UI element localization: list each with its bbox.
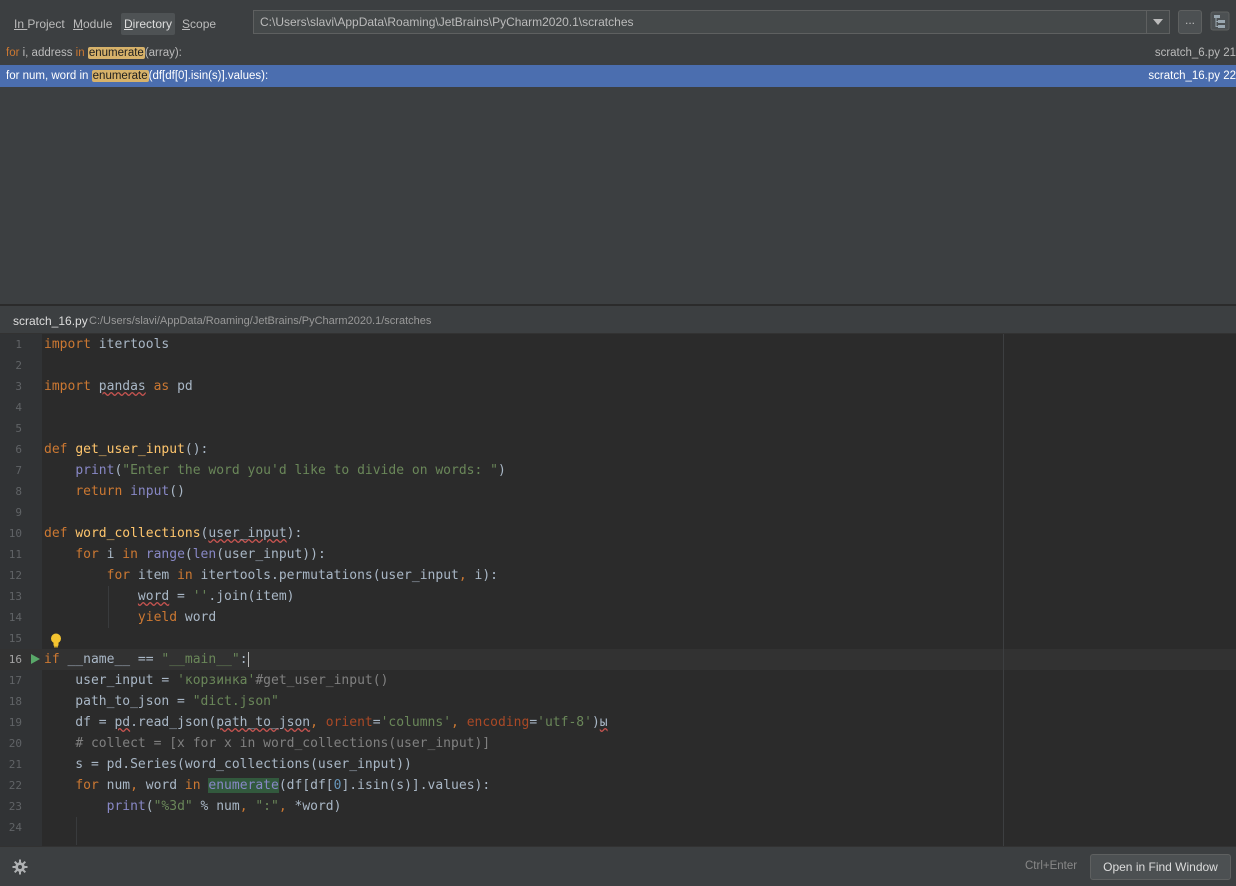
code-line: 9 [15,506,22,519]
scope-bar: In Project Module Directory Scope C:\Use… [0,0,1236,44]
code-line: 12 for item in itertools.permutations(us… [8,568,498,583]
result-file-label: scratch_6.py 21 [1154,47,1236,59]
footer-bar: Ctrl+Enter Open in Find Window [0,846,1236,886]
tab-module[interactable]: Module [70,13,115,35]
code-line: 24 [8,821,22,834]
preview-file-name: scratch_16.py [13,314,88,328]
code-editor[interactable]: 1 import itertools 2 3 import pandas as pd… [0,334,1236,846]
result-row[interactable]: for i, address in enumerate(array): scra… [0,42,1236,64]
search-results-list: for i, address in enumerate(array): scra… [0,42,1236,304]
tab-scope[interactable]: Scope [179,13,219,35]
code-line: 18 path_to_json = "dict.json" [8,694,279,709]
result-file-label: scratch_16.py 22 [1148,70,1236,82]
code-line: 8 return input() [15,484,185,499]
chevron-down-icon[interactable] [1146,11,1169,33]
code-line: 20 # collect = [x for x in word_collecti… [8,736,491,751]
directory-tree-icon[interactable] [1210,11,1230,34]
code-line: 15 [8,632,22,645]
result-row-selected[interactable]: for num, word in enumerate(df[df[0].isin… [0,65,1236,87]
gear-icon[interactable] [12,859,28,878]
browse-button[interactable]: ... [1178,10,1202,34]
code-line: 17 user_input = 'корзинка'#get_user_inpu… [8,673,389,688]
tab-in-project[interactable]: In Project [11,13,68,35]
code-line: 14 yield word [8,610,217,625]
code-line: 22 for num, word in enumerate(df[df[0].i… [8,778,491,793]
right-margin-guide [1003,334,1004,846]
code-line: 7 print("Enter the word you'd like to di… [15,463,506,478]
open-in-find-window-button[interactable]: Open in Find Window [1090,854,1231,880]
code-line: 21 s = pd.Series(word_collections(user_i… [8,757,412,772]
text-cursor [247,652,249,667]
code-line: 23 print("%3d" % num, ":", *word) [8,799,342,814]
directory-path-combo[interactable]: C:\Users\slavi\AppData\Roaming\JetBrains… [253,10,1170,34]
shortcut-hint: Ctrl+Enter [1025,860,1078,872]
code-line: 1 import itertools [15,337,170,352]
code-line: 13 word = ''.join(item) [8,589,295,604]
code-line: 11 for i in range(len(user_input)): [8,547,326,562]
code-line: 6 def get_user_input(): [15,442,209,457]
code-line: 2 [15,359,22,372]
code-line-current: 16 if __name__ == "__main__": [8,652,249,667]
code-line: 3 import pandas as pd [15,379,193,394]
code-line: 4 [15,401,22,414]
preview-header: scratch_16.py C:/Users/slavi/AppData/Roa… [0,306,1236,334]
code-line: 5 [15,422,22,435]
code-line: 19 df = pd.read_json(path_to_json, orien… [8,715,608,730]
preview-file-path: C:/Users/slavi/AppData/Roaming/JetBrains… [89,315,432,327]
code-line: 10 def word_collections(user_input): [8,526,303,541]
match-highlight: enumerate [91,70,149,82]
match-highlight: enumerate [87,47,145,59]
directory-path-value: C:\Users\slavi\AppData\Roaming\JetBrains… [260,15,634,29]
tab-directory[interactable]: Directory [121,13,176,35]
